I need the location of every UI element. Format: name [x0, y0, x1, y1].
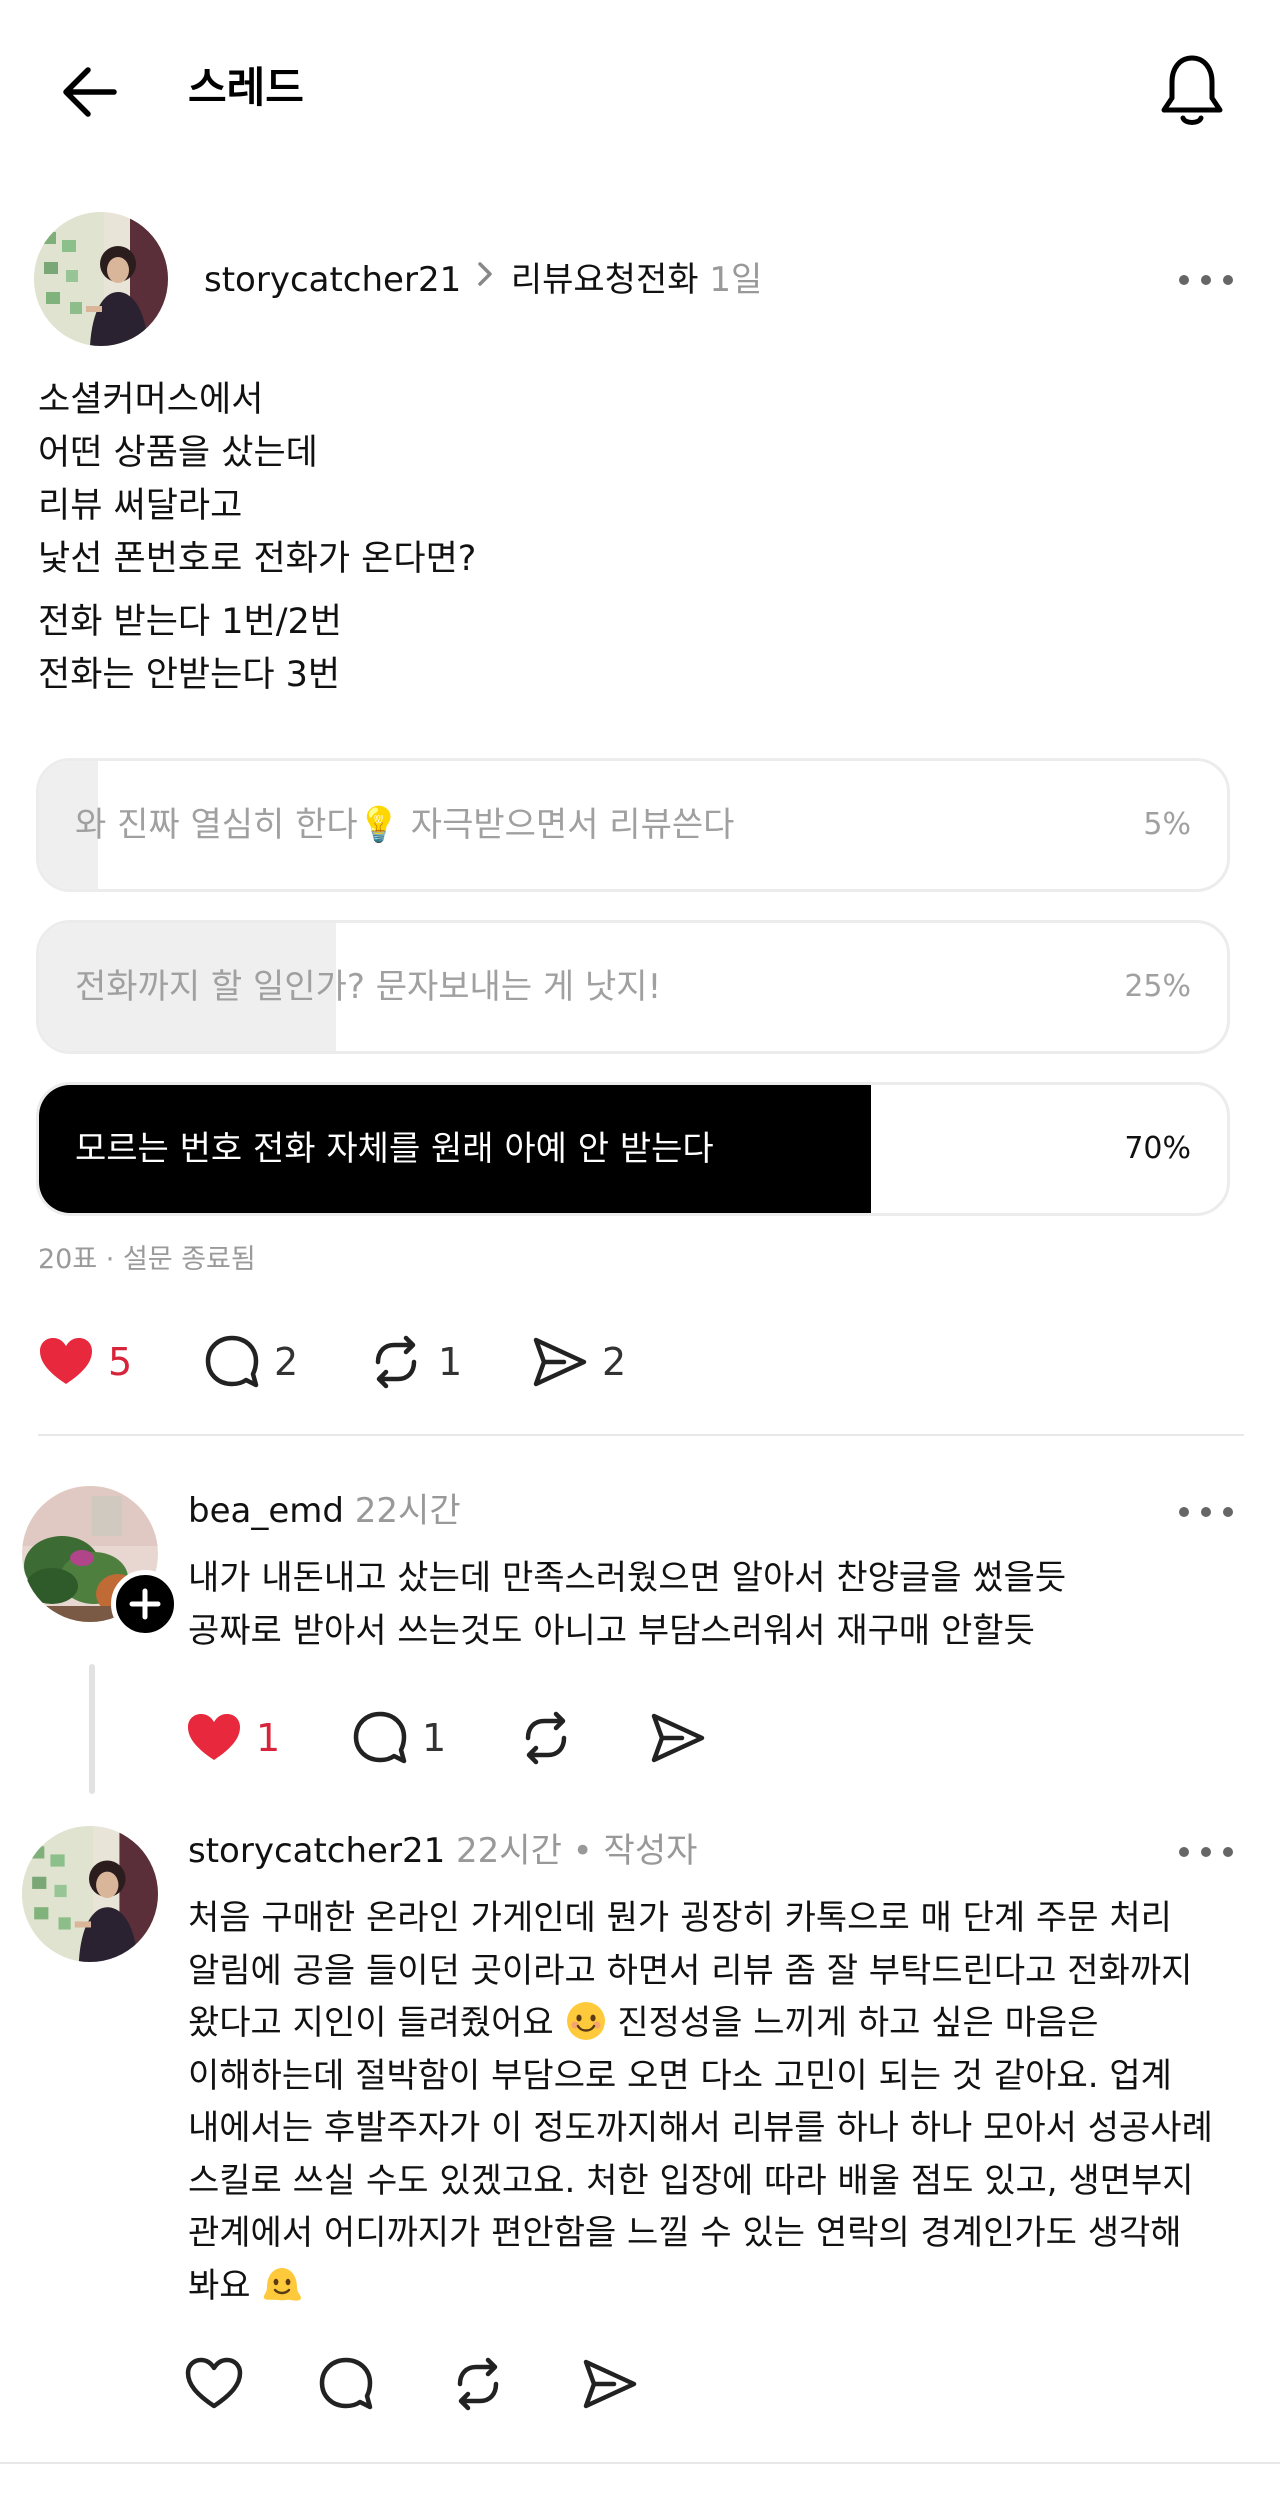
more-dots-icon [1179, 1847, 1233, 1857]
comment-bubble-icon [353, 1711, 407, 1764]
send-icon [583, 2359, 637, 2409]
comment-button[interactable]: 2 [202, 1330, 298, 1394]
reply-body-line: 내에서는 후발주자가 이 정도까지해서 리뷰를 하나 하나 모아서 성공사례 [188, 2108, 1213, 2148]
poll-option-label: 모르는 번호 전화 자체를 원래 아예 안 받는다 [75, 1129, 714, 1169]
reply-repost-button[interactable] [448, 2352, 508, 2416]
send-icon [533, 1337, 587, 1387]
reply-meta: storycatcher21 22시간 • 작성자 [188, 1826, 697, 1876]
heart-outline-icon [185, 2357, 243, 2409]
reply-comment-button[interactable]: 1 [350, 1706, 446, 1770]
reply-body-line: 관계에서 어디까지가 편안함을 느낄 수 있는 연락의 경계인가도 생각해 [188, 2213, 1182, 2253]
poll-option-label: 전화까지 할 일인가? 문자보내는 게 낫지! [75, 967, 662, 1007]
poll-option-2[interactable]: 전화까지 할 일인가? 문자보내는 게 낫지! 25% [36, 920, 1230, 1054]
reply-time: 22시간 [354, 1491, 461, 1531]
page-title: 스레드 [188, 63, 304, 112]
reply-body-text: 왔다고 지인이 들려줬어요 [188, 2003, 554, 2043]
author-avatar[interactable] [34, 212, 168, 346]
reply-body-text: 봐요 [188, 2265, 251, 2306]
share-count: 2 [602, 1340, 627, 1384]
divider [38, 1434, 1244, 1436]
reply-body-line-with-emoji: 왔다고 지인이 들려줬어요 진정성을 느끼게 하고 싶은 마음은 [188, 1997, 1248, 2050]
plus-icon [129, 1588, 161, 1620]
reply-more-button[interactable] [1176, 1497, 1236, 1527]
reply-avatar[interactable] [22, 1826, 158, 1962]
like-button[interactable]: 5 [36, 1330, 132, 1394]
reply-body-line: 이해하는데 절박함이 부담으로 오면 다소 고민이 되는 것 같아요. 업계 [188, 2055, 1172, 2096]
reply-time: 22시간 [456, 1831, 562, 1871]
comment-count: 2 [274, 1340, 299, 1384]
avatar-photo [22, 1826, 158, 1962]
comment-bubble-icon [205, 1335, 259, 1388]
post-body-line: 리뷰 써달라고 [38, 486, 243, 526]
post-body-line: 낯선 폰번호로 전화가 온다면? [38, 539, 477, 579]
reply-comment-count: 1 [422, 1716, 447, 1760]
post-body-line: 전화는 안받는다 3번 [38, 655, 341, 695]
follow-button[interactable] [111, 1570, 179, 1638]
repost-button[interactable]: 1 [366, 1330, 462, 1394]
more-dots-icon [1179, 1507, 1233, 1517]
reply-share-button[interactable] [648, 1706, 708, 1770]
avatar-photo [34, 212, 168, 346]
divider [0, 2462, 1280, 2464]
author-name[interactable]: storycatcher21 [204, 260, 461, 300]
reply-body-line: 스킬로 쓰실 수도 있겠고요. 처한 입장에 따라 배울 점도 있고, 생면부지 [188, 2160, 1194, 2201]
reply-author[interactable]: bea_emd [188, 1491, 344, 1531]
poll-option-percent: 5% [1143, 807, 1191, 842]
reply-author[interactable]: storycatcher21 [188, 1831, 445, 1871]
post-body-line: 전화 받는다 1번/2번 [38, 602, 342, 642]
repost-icon [375, 1335, 417, 1389]
reply-body-line: 공짜로 받아서 쓰는것도 아니고 부담스러워서 재구매 안할듯 [188, 1610, 1035, 1651]
more-dots-icon [1179, 275, 1233, 285]
heart-filled-icon [40, 1338, 92, 1384]
post-more-button[interactable] [1176, 265, 1236, 295]
send-icon [651, 1713, 705, 1763]
thread-connector [89, 1664, 95, 1794]
post-body: 소셜커머스에서 어떤 상품을 샀는데 리뷰 써달라고 낯선 폰번호로 전화가 온… [38, 374, 1238, 702]
arrow-left-icon [63, 67, 117, 117]
reply-body-line-with-emoji: 봐요 [188, 2260, 1248, 2313]
reply-body-line: 알림에 공을 들이던 곳이라고 하면서 리뷰 좀 잘 부탁드린다고 전화까지 [188, 1950, 1193, 1991]
repost-count: 1 [438, 1340, 463, 1384]
reply-body: 내가 내돈내고 샀는데 만족스러웠으면 알아서 찬양글을 썼을듯 공짜로 받아서… [188, 1552, 1248, 1657]
post-body-line: 어떤 상품을 샀는데 [38, 433, 318, 473]
reply-body: 처음 구매한 온라인 가게인데 뭔가 굉장히 카톡으로 매 단계 주문 처리 알… [188, 1892, 1248, 2312]
smiling-face-icon [565, 2000, 607, 2042]
poll-option-3[interactable]: 모르는 번호 전화 자체를 원래 아예 안 받는다 70% [36, 1082, 1230, 1216]
reply-more-button[interactable] [1176, 1837, 1236, 1867]
share-button[interactable]: 2 [530, 1330, 626, 1394]
poll-option-label: 와 진짜 열심히 한다💡 자극받으면서 리뷰쓴다 [75, 805, 735, 845]
like-count: 5 [108, 1340, 133, 1384]
author-badge: • 작성자 [572, 1831, 698, 1871]
comment-bubble-icon [319, 2357, 373, 2410]
reply-comment-button[interactable] [316, 2352, 376, 2416]
topic-tag[interactable]: 리뷰요청전화 [511, 260, 699, 300]
reply-repost-button[interactable] [516, 1706, 576, 1770]
reply-body-line: 내가 내돈내고 샀는데 만족스러웠으면 알아서 찬양글을 썼을듯 [188, 1558, 1067, 1598]
reply-meta: bea_emd 22시간 [188, 1486, 461, 1536]
post-time: 1일 [709, 260, 763, 300]
reply-like-button[interactable]: 1 [184, 1706, 280, 1770]
melting-face-icon [261, 2263, 303, 2305]
reply-share-button[interactable] [580, 2352, 640, 2416]
reply-like-button[interactable] [184, 2352, 244, 2416]
poll-summary: 20표 · 설문 종료됨 [38, 1244, 256, 1275]
poll-option-percent: 70% [1124, 1131, 1191, 1166]
chevron-right-icon [472, 254, 500, 308]
post-body-line: 소셜커머스에서 [38, 380, 264, 420]
reply-like-count: 1 [256, 1716, 281, 1760]
repost-icon [525, 1711, 567, 1765]
top-bar: 스레드 [0, 0, 1280, 176]
bell-icon [1161, 55, 1223, 125]
heart-filled-icon [188, 1714, 240, 1760]
repost-icon [457, 2357, 499, 2411]
post-meta: storycatcher21 리뷰요청전화 1일 [204, 254, 762, 308]
reply-body-line: 처음 구매한 온라인 가게인데 뭔가 굉장히 카톡으로 매 단계 주문 처리 [188, 1898, 1172, 1938]
poll-option-percent: 25% [1124, 969, 1191, 1004]
back-button[interactable] [52, 52, 132, 132]
notifications-button[interactable] [1152, 50, 1232, 130]
poll-option-1[interactable]: 와 진짜 열심히 한다💡 자극받으면서 리뷰쓴다 5% [36, 758, 1230, 892]
reply-body-text: 진정성을 느끼게 하고 싶은 마음은 [617, 2003, 1099, 2043]
